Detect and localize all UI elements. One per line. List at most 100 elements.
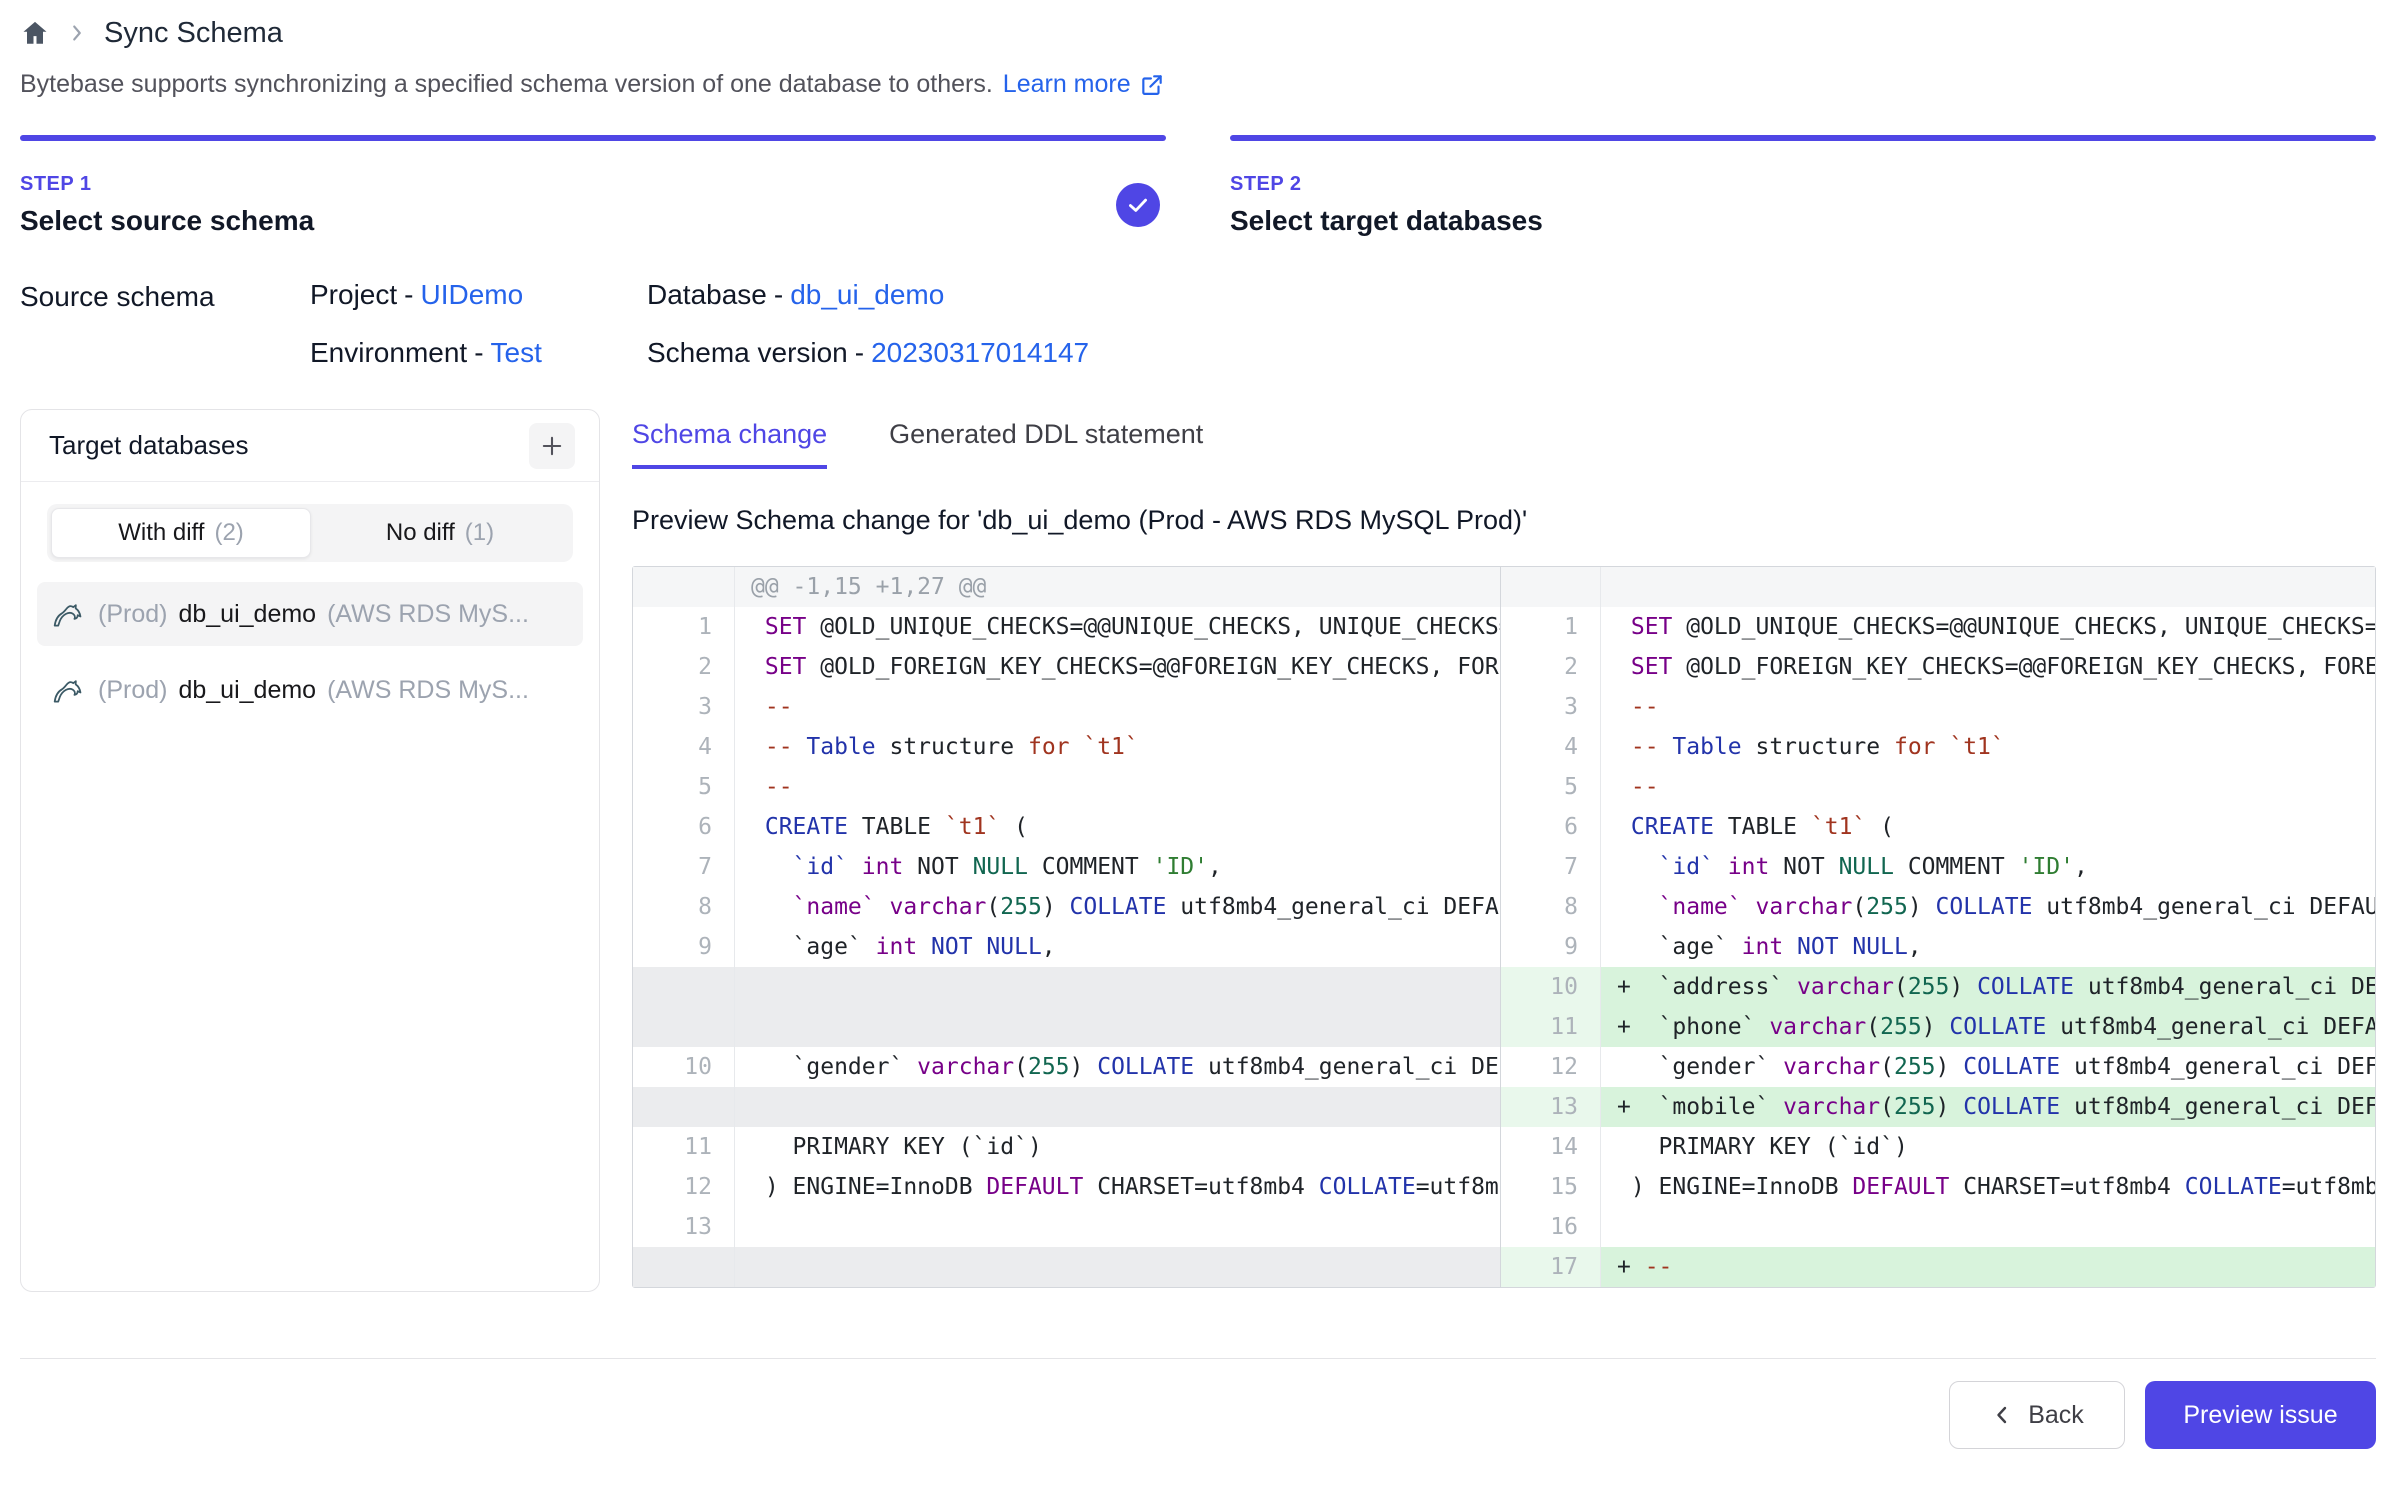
tab-no-diff[interactable]: No diff (1) bbox=[311, 508, 569, 558]
code-line: ) ENGINE=InnoDB DEFAULT CHARSET=utf8mb4 … bbox=[735, 1167, 1500, 1207]
code-line: @@ -1,15 +1,27 @@ bbox=[735, 567, 1500, 607]
code-line: SET @OLD_UNIQUE_CHECKS=@@UNIQUE_CHECKS, … bbox=[735, 607, 1500, 647]
code-line: SET @OLD_FOREIGN_KEY_CHECKS=@@FOREIGN_KE… bbox=[1601, 647, 2375, 687]
code-line: `name` varchar(255) COLLATE utf8mb4_gene… bbox=[735, 887, 1500, 927]
diff-row: @@ -1,15 +1,27 @@ bbox=[633, 567, 1500, 607]
code-line: -- bbox=[1601, 687, 2375, 727]
project-link[interactable]: UIDemo bbox=[420, 279, 523, 310]
line-number: 2 bbox=[1501, 647, 1601, 687]
home-icon[interactable] bbox=[20, 18, 50, 48]
field-environment: Environment-Test bbox=[310, 337, 647, 369]
code-line: `gender` varchar(255) COLLATE utf8mb4_ge… bbox=[1601, 1047, 2375, 1087]
code-line: -- bbox=[735, 767, 1500, 807]
database-link[interactable]: db_ui_demo bbox=[790, 279, 944, 310]
database-list-item[interactable]: (Prod) db_ui_demo (AWS RDS MyS... bbox=[37, 658, 583, 722]
code-line: CREATE TABLE `t1` ( bbox=[1601, 807, 2375, 847]
diff-row: 13 bbox=[633, 1207, 1500, 1247]
field-separator: - bbox=[855, 337, 864, 368]
code-line: + -- bbox=[1601, 1247, 2375, 1287]
tab-with-diff[interactable]: With diff (2) bbox=[51, 508, 311, 558]
database-environment: (Prod) bbox=[98, 600, 167, 629]
step-2-label: STEP 2 bbox=[1230, 173, 2376, 196]
code-line: `name` varchar(255) COLLATE utf8mb4_gene… bbox=[1601, 887, 2375, 927]
back-button[interactable]: Back bbox=[1949, 1381, 2125, 1449]
diff-row bbox=[1501, 567, 2375, 607]
learn-more-link[interactable]: Learn more bbox=[1003, 70, 1165, 99]
diff-row: 8 `name` varchar(255) COLLATE utf8mb4_ge… bbox=[1501, 887, 2375, 927]
diff-row: 2 SET @OLD_FOREIGN_KEY_CHECKS=@@FOREIGN_… bbox=[633, 647, 1500, 687]
database-name: db_ui_demo bbox=[178, 600, 316, 629]
line-number bbox=[633, 967, 735, 1007]
diff-row: 5 -- bbox=[633, 767, 1500, 807]
field-schema-version-name: Schema version bbox=[647, 337, 848, 368]
tab-no-diff-count: (1) bbox=[465, 519, 494, 547]
field-project: Project-UIDemo bbox=[310, 279, 647, 311]
chevron-left-icon bbox=[1990, 1403, 2014, 1427]
field-database: Database-db_ui_demo bbox=[647, 279, 1089, 311]
diff-row: 8 `name` varchar(255) COLLATE utf8mb4_ge… bbox=[633, 887, 1500, 927]
field-separator: - bbox=[404, 279, 413, 310]
step-1-progress-bar bbox=[20, 135, 1166, 141]
sync-schema-page: { "colors": { "accent": "#4f46e5", "link… bbox=[0, 14, 2396, 1494]
footer-actions: Back Preview issue bbox=[20, 1381, 2376, 1449]
intro-text: Bytebase supports synchronizing a specif… bbox=[20, 70, 2376, 99]
page: Sync Schema Bytebase supports synchroniz… bbox=[0, 14, 2396, 1449]
environment-link[interactable]: Test bbox=[491, 337, 542, 368]
code-line bbox=[735, 1007, 1500, 1047]
footer-divider bbox=[20, 1358, 2376, 1359]
add-database-button[interactable] bbox=[529, 423, 575, 469]
database-instance: (AWS RDS MyS... bbox=[327, 676, 529, 705]
code-line bbox=[1601, 567, 2375, 607]
tab-with-diff-count: (2) bbox=[214, 519, 243, 547]
line-number: 11 bbox=[1501, 1007, 1601, 1047]
diff-row: 5 -- bbox=[1501, 767, 2375, 807]
preview-issue-label: Preview issue bbox=[2183, 1401, 2337, 1430]
step-2: STEP 2 Select target databases bbox=[1230, 135, 2376, 237]
line-number: 12 bbox=[1501, 1047, 1601, 1087]
tab-no-diff-label: No diff bbox=[386, 519, 455, 547]
code-line bbox=[735, 1207, 1500, 1247]
line-number: 1 bbox=[633, 607, 735, 647]
code-line: -- bbox=[1601, 767, 2375, 807]
tab-generated-ddl[interactable]: Generated DDL statement bbox=[889, 419, 1203, 469]
code-line: PRIMARY KEY (`id`) bbox=[1601, 1127, 2375, 1167]
plus-icon bbox=[538, 432, 566, 460]
source-schema-summary: Source schema Project-UIDemo Database-db… bbox=[20, 279, 2376, 369]
field-separator: - bbox=[774, 279, 783, 310]
target-databases-panel: Target databases With diff (2) No diff (… bbox=[20, 409, 600, 1292]
tab-schema-change[interactable]: Schema change bbox=[632, 419, 827, 469]
line-number: 1 bbox=[1501, 607, 1601, 647]
diff-row: 4 -- Table structure for `t1` bbox=[633, 727, 1500, 767]
schema-version-link[interactable]: 20230317014147 bbox=[871, 337, 1089, 368]
diff-row: 6 CREATE TABLE `t1` ( bbox=[1501, 807, 2375, 847]
code-line: `age` int NOT NULL, bbox=[1601, 927, 2375, 967]
code-line: -- bbox=[735, 687, 1500, 727]
step-2-progress-bar bbox=[1230, 135, 2376, 141]
line-number: 17 bbox=[1501, 1247, 1601, 1287]
diff-row: 3 -- bbox=[633, 687, 1500, 727]
diff-row: 14 PRIMARY KEY (`id`) bbox=[1501, 1127, 2375, 1167]
code-line: `age` int NOT NULL, bbox=[735, 927, 1500, 967]
diff-row: 2 SET @OLD_FOREIGN_KEY_CHECKS=@@FOREIGN_… bbox=[1501, 647, 2375, 687]
step-indicator: STEP 1 Select source schema STEP 2 Selec… bbox=[20, 135, 2376, 237]
code-line: + `address` varchar(255) COLLATE utf8mb4… bbox=[1601, 967, 2375, 1007]
back-button-label: Back bbox=[2028, 1401, 2084, 1430]
diff-row bbox=[633, 1087, 1500, 1127]
diff-row: 4 -- Table structure for `t1` bbox=[1501, 727, 2375, 767]
schema-diff-viewer: @@ -1,15 +1,27 @@1 SET @OLD_UNIQUE_CHECK… bbox=[632, 566, 2376, 1288]
preview-tabs: Schema change Generated DDL statement bbox=[632, 419, 2376, 469]
diff-pane-source: @@ -1,15 +1,27 @@1 SET @OLD_UNIQUE_CHECK… bbox=[633, 567, 1501, 1287]
database-list-item[interactable]: (Prod) db_ui_demo (AWS RDS MyS... bbox=[37, 582, 583, 646]
database-environment: (Prod) bbox=[98, 676, 167, 705]
step-1-title: Select source schema bbox=[20, 205, 1166, 237]
diff-row: 1 SET @OLD_UNIQUE_CHECKS=@@UNIQUE_CHECKS… bbox=[633, 607, 1500, 647]
step-1-label: STEP 1 bbox=[20, 173, 1166, 196]
step-2-title: Select target databases bbox=[1230, 205, 2376, 237]
code-line: SET @OLD_FOREIGN_KEY_CHECKS=@@FOREIGN_KE… bbox=[735, 647, 1500, 687]
learn-more-label: Learn more bbox=[1003, 70, 1131, 99]
line-number: 2 bbox=[633, 647, 735, 687]
line-number bbox=[633, 1087, 735, 1127]
diff-row: 15 ) ENGINE=InnoDB DEFAULT CHARSET=utf8m… bbox=[1501, 1167, 2375, 1207]
preview-issue-button[interactable]: Preview issue bbox=[2145, 1381, 2376, 1449]
code-line: -- Table structure for `t1` bbox=[735, 727, 1500, 767]
